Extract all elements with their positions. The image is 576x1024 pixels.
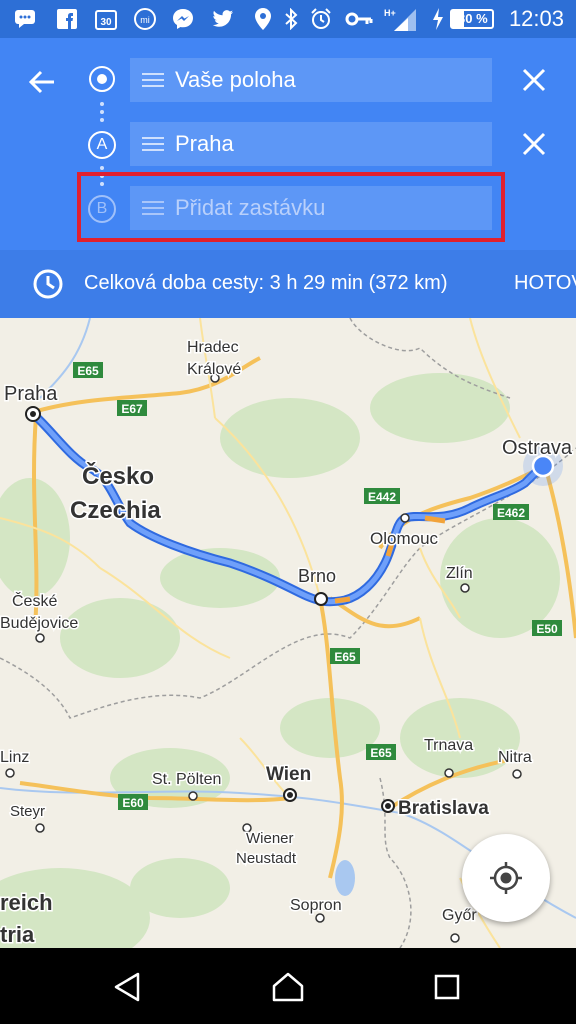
drag-handle-icon[interactable]: [142, 73, 164, 87]
label-sopron: Sopron: [290, 897, 342, 914]
battery-level: 30 %: [458, 11, 488, 26]
remove-stop-a-button[interactable]: [520, 130, 548, 158]
close-icon: [522, 132, 546, 156]
close-icon: [522, 68, 546, 92]
label-czechia: Czechia: [70, 497, 161, 524]
arrow-back-icon: [28, 70, 54, 94]
svg-text:30: 30: [100, 17, 112, 28]
origin-field[interactable]: Vaše poloha: [130, 58, 492, 102]
label-bratislava: Bratislava: [398, 798, 489, 819]
road-e65: E65: [370, 746, 392, 760]
label-neustadt: Neustadt: [236, 850, 297, 867]
battery-icon: 30 %: [450, 9, 494, 29]
route-info-bar: Celková doba cesty: 3 h 29 min (372 km) …: [0, 250, 576, 318]
road-e65: E65: [334, 650, 356, 664]
stop-a-value: Praha: [175, 131, 234, 156]
system-nav-bar: [0, 948, 576, 1024]
traffic-segment: [334, 596, 351, 604]
route-dot: [100, 118, 104, 122]
label-steyr: Steyr: [10, 803, 45, 820]
messenger-icon: [172, 8, 194, 30]
home-icon[interactable]: [270, 970, 306, 1004]
label-ceske: České: [12, 591, 57, 610]
done-button[interactable]: HOTOVO: [514, 272, 576, 295]
charging-icon: [430, 8, 446, 30]
chat-icon: [14, 8, 36, 30]
road-e65: E65: [77, 364, 99, 378]
clock: 12:03: [508, 6, 564, 31]
road-e67: E67: [121, 402, 143, 416]
origin-marker-icon: [89, 66, 115, 92]
label-budejovice: Budějovice: [0, 615, 78, 632]
stop-a-letter: A: [96, 136, 108, 153]
label-zlin: Zlín: [446, 565, 473, 582]
label-wiener: Wiener: [246, 830, 294, 847]
route-dot: [100, 110, 104, 114]
alarm-icon: [310, 8, 332, 30]
status-bar: 30 mi H+ 30 % 12:03: [0, 0, 576, 38]
stop-a-marker: A: [88, 131, 116, 159]
svg-text:mi: mi: [140, 15, 150, 25]
gps-icon: [490, 862, 522, 894]
stop-a-field[interactable]: Praha: [130, 122, 492, 166]
mi-icon: mi: [134, 8, 156, 30]
label-brno: Brno: [298, 566, 336, 586]
label-reich: reich: [0, 890, 53, 915]
label-linz: Linz: [0, 749, 29, 766]
highlight-box: [77, 172, 505, 242]
road-e60: E60: [122, 796, 144, 810]
road-e442: E442: [368, 490, 396, 504]
signal-icon: H+: [384, 8, 418, 31]
road-e50: E50: [536, 622, 558, 636]
calendar-30-icon: 30: [95, 8, 117, 30]
my-location-button[interactable]: [462, 834, 550, 922]
route-dot: [100, 166, 104, 170]
origin-value: Vaše poloha: [175, 67, 296, 92]
key-icon: [344, 8, 374, 30]
current-location-dot: [531, 454, 555, 478]
svg-text:H+: H+: [384, 8, 396, 18]
facebook-icon: [56, 8, 78, 30]
label-olomouc: Olomouc: [370, 529, 439, 548]
label-ostrava: Ostrava: [502, 437, 573, 459]
road-e462: E462: [497, 506, 525, 520]
remove-origin-button[interactable]: [520, 66, 548, 94]
label-cesko: Česko: [82, 462, 154, 490]
label-wien: Wien: [266, 764, 311, 785]
traffic-segment: [424, 515, 446, 524]
clock-icon: [33, 269, 63, 299]
label-praha: Praha: [4, 383, 58, 405]
back-icon[interactable]: [110, 970, 144, 1004]
location-icon: [252, 8, 274, 30]
bluetooth-icon: [280, 8, 302, 30]
back-button[interactable]: [26, 66, 58, 98]
label-st-polten: St. Pölten: [152, 771, 221, 788]
label-nitra: Nitra: [498, 749, 532, 766]
label-tria: tria: [0, 922, 35, 947]
twitter-icon: [212, 8, 234, 30]
route-summary: Celková doba cesty: 3 h 29 min (372 km): [84, 272, 448, 294]
recents-icon[interactable]: [432, 972, 462, 1002]
label-hradec: Hradec: [187, 339, 239, 356]
drag-handle-icon[interactable]: [142, 137, 164, 151]
label-gyor: Győr: [442, 907, 477, 924]
label-kralove: Králové: [187, 361, 241, 378]
lake: [335, 860, 355, 896]
route-dot: [100, 102, 104, 106]
label-trnava: Trnava: [424, 737, 473, 754]
